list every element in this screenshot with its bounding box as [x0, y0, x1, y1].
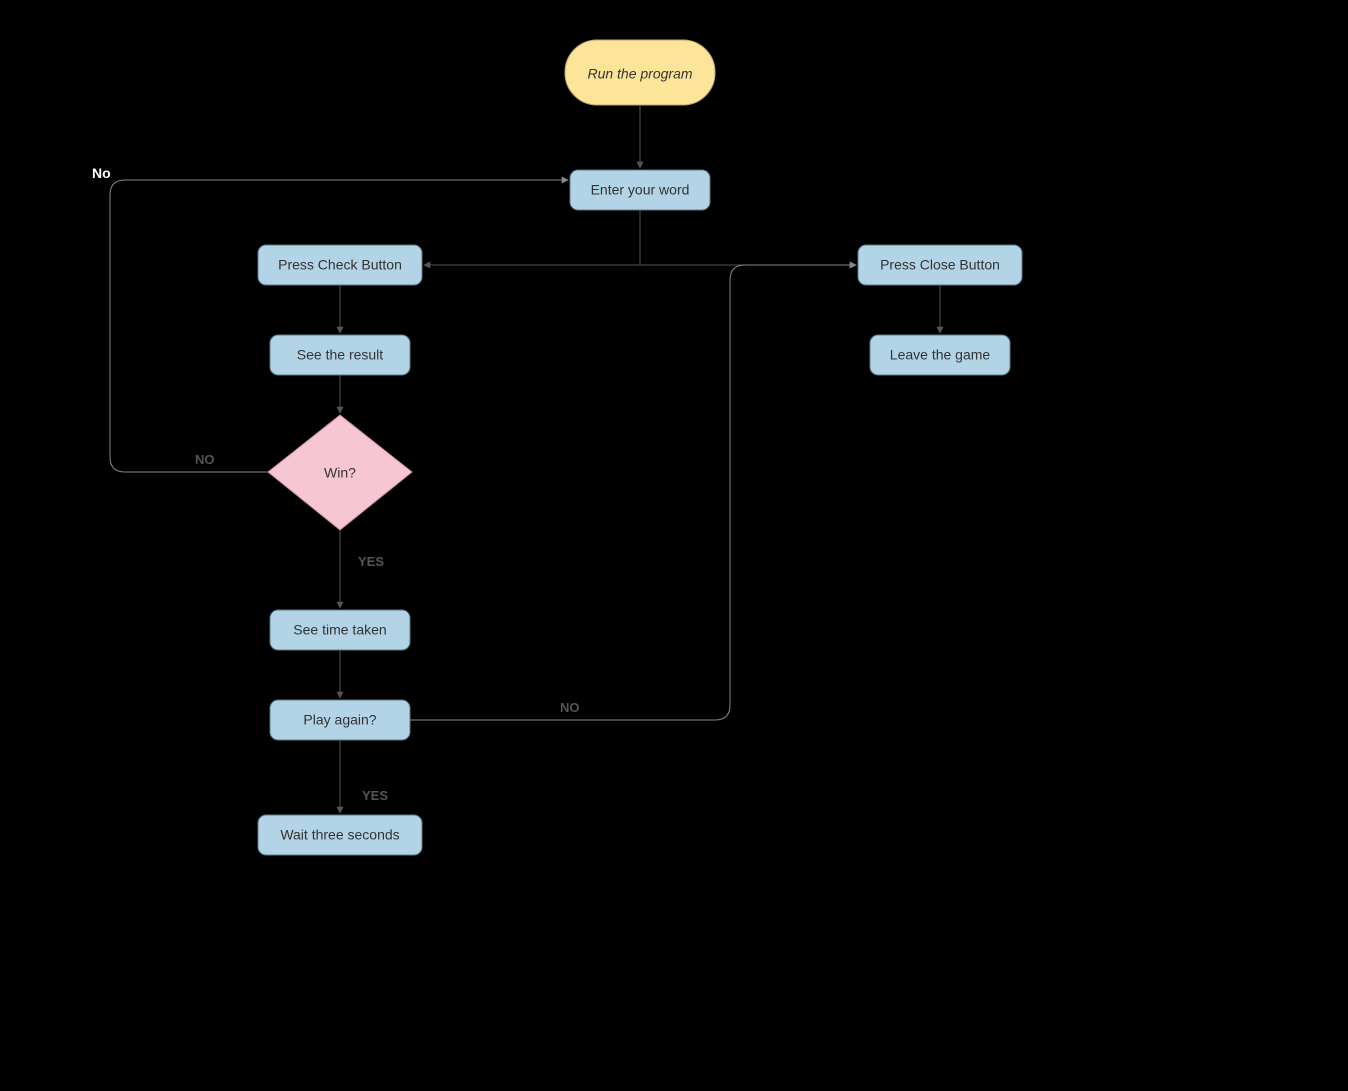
- node-see-result-label: See the result: [297, 347, 383, 363]
- node-leave-game-label: Leave the game: [890, 347, 991, 363]
- node-press-check: Press Check Button: [258, 245, 422, 285]
- node-win-decision: Win?: [268, 415, 412, 530]
- edge-win-no-label: NO: [195, 452, 215, 467]
- node-see-time: See time taken: [270, 610, 410, 650]
- node-start: Run the program: [565, 40, 715, 105]
- node-play-again-label: Play again?: [303, 712, 376, 728]
- node-enter-word-label: Enter your word: [591, 182, 690, 198]
- node-play-again: Play again?: [270, 700, 410, 740]
- node-win-label: Win?: [324, 465, 356, 481]
- node-wait-three-label: Wait three seconds: [280, 827, 399, 843]
- edge-top-no-label: No: [92, 165, 111, 181]
- node-leave-game: Leave the game: [870, 335, 1010, 375]
- node-see-time-label: See time taken: [293, 622, 386, 638]
- edge-playagain-yes-label: YES: [362, 788, 388, 803]
- edge-playagain-no: [410, 265, 856, 720]
- node-press-check-label: Press Check Button: [278, 257, 402, 273]
- edge-playagain-no-label: NO: [560, 700, 580, 715]
- node-enter-word: Enter your word: [570, 170, 710, 210]
- node-wait-three: Wait three seconds: [258, 815, 422, 855]
- node-see-result: See the result: [270, 335, 410, 375]
- node-start-label: Run the program: [587, 66, 692, 82]
- edge-win-yes-label: YES: [358, 554, 384, 569]
- node-press-close-label: Press Close Button: [880, 257, 1000, 273]
- node-press-close: Press Close Button: [858, 245, 1022, 285]
